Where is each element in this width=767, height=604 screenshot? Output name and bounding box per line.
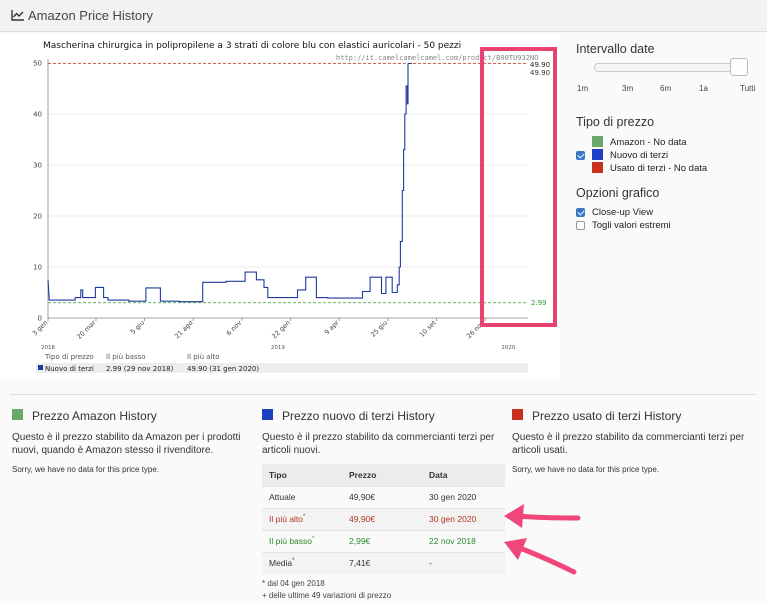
date-range-title: Intervallo date (576, 42, 655, 56)
summary-header-type: Tipo di prezzo (44, 353, 94, 361)
price-chart: Mascherina chirurgica in polipropilene a… (0, 34, 560, 379)
row-avg-type-cell: Media* (262, 551, 342, 574)
row-avg-price: 7,41€ (342, 551, 422, 574)
price-table-footnote-1: * dal 04 gen 2018 (262, 579, 325, 588)
summary-header-high: Il più alto (187, 353, 220, 361)
table-row: Attuale 49,90€ 30 gen 2020 (262, 485, 505, 508)
table-row: Il più basso* 2,99€ 22 nov 2018 (262, 529, 505, 552)
used-section-desc: Questo è il prezzo stabilito da commerci… (512, 432, 745, 456)
price-table-header: Tipo Prezzo Data (262, 464, 505, 486)
amazon-swatch (592, 136, 603, 147)
row-avg-date: - (422, 551, 505, 574)
chart-max-label: 49.90 (530, 61, 550, 69)
y-tick-label: 30 (33, 162, 42, 170)
new-section-desc: Questo è il prezzo stabilito da commerci… (262, 432, 495, 456)
row-current-price: 49,90€ (342, 485, 422, 508)
arrow-high-head (504, 504, 524, 528)
page-title: Amazon Price History (28, 8, 153, 23)
new-swatch (592, 149, 603, 160)
row-low-type-cell: Il più basso* (262, 529, 342, 552)
remove-extremes-label: Togli valori estremi (592, 220, 671, 231)
row-current-date: 30 gen 2020 (422, 485, 505, 508)
price-type-used-label: Usato di terzi - No data (610, 163, 708, 174)
price-table-footnote-2: + delle ultime 49 variazioni di prezzo (262, 591, 392, 600)
date-range-slider-track[interactable] (594, 63, 748, 72)
summary-high-value: 49.90 (31 gen 2020) (187, 365, 259, 373)
row-high-price: 49,90€ (342, 507, 422, 530)
section-divider (10, 394, 757, 395)
used-swatch (592, 162, 603, 173)
range-option-6m[interactable]: 6m (660, 84, 671, 93)
price-table-col-type: Tipo (262, 464, 342, 486)
row-low-type: Il più basso (269, 536, 312, 546)
y-tick-label: 40 (33, 111, 42, 119)
used-section-nodata: Sorry, we have no data for this price ty… (512, 465, 660, 474)
amazon-section-nodata: Sorry, we have no data for this price ty… (12, 465, 160, 474)
chart-icon (11, 10, 24, 21)
row-high-type: Il più alto (269, 514, 304, 524)
summary-series-swatch (38, 365, 43, 370)
price-table: Tipo Prezzo Data Attuale 49,90€ 30 gen 2… (262, 464, 505, 574)
row-high-type-cell: Il più alto* (262, 507, 342, 530)
price-table-col-price: Prezzo (342, 464, 422, 486)
y-tick-label: 50 (33, 60, 42, 68)
price-type-new-checkbox[interactable] (576, 151, 585, 160)
x-year-label: 2020 (501, 345, 515, 351)
chart-options-title: Opzioni grafico (576, 186, 660, 200)
x-year-label: 2018 (41, 345, 55, 351)
price-table-col-date: Data (422, 464, 505, 486)
summary-header-low: Il più basso (106, 353, 146, 361)
arrow-high (515, 513, 581, 521)
range-option-3m[interactable]: 3m (622, 84, 633, 93)
annotation-arrows (504, 504, 581, 575)
range-option-tutti[interactable]: Tutti (740, 84, 755, 93)
summary-series-name: Nuovo di terzi (45, 365, 94, 373)
price-type-title: Tipo di prezzo (576, 115, 655, 129)
y-tick-label: 20 (33, 213, 42, 221)
close-up-label: Close-up View (592, 207, 654, 218)
close-up-checkbox[interactable] (576, 208, 585, 217)
row-low-date: 22 nov 2018 (422, 529, 505, 552)
used-section-swatch (512, 409, 523, 420)
summary-low-value: 2.99 (29 nov 2018) (106, 365, 174, 373)
row-current-type: Attuale (262, 485, 342, 508)
amazon-section-desc: Questo è il prezzo stabilito da Amazon p… (12, 432, 241, 456)
range-option-1m[interactable]: 1m (577, 84, 588, 93)
range-option-1a[interactable]: 1a (699, 84, 708, 93)
chart-title: Mascherina chirurgica in polipropilene a… (43, 41, 461, 51)
chart-url: http://it.camelcamelcamel.com/product/B0… (336, 54, 538, 62)
date-range-slider-handle[interactable] (730, 58, 748, 76)
new-section-title: Prezzo nuovo di terzi History (282, 409, 435, 423)
amazon-section-title: Prezzo Amazon History (32, 409, 157, 423)
amazon-section-swatch (12, 409, 23, 420)
remove-extremes-checkbox[interactable] (576, 221, 585, 230)
price-type-amazon-label: Amazon - No data (610, 137, 687, 148)
new-section-swatch (262, 409, 273, 420)
price-type-new-label: Nuovo di terzi (610, 150, 669, 161)
x-year-label: 2019 (271, 345, 285, 351)
chart-min-label: 2.99 (531, 299, 547, 307)
row-low-price: 2,99€ (342, 529, 422, 552)
table-row: Il più alto* 49,90€ 30 gen 2020 (262, 507, 505, 530)
header-bar: Amazon Price History (0, 0, 767, 32)
chart-max-label-secondary: 49.90 (530, 69, 550, 77)
row-avg-type: Media (269, 558, 293, 569)
used-section-title: Prezzo usato di terzi History (532, 409, 682, 423)
table-row: Media* 7,41€ - (262, 551, 505, 574)
row-high-date: 30 gen 2020 (422, 507, 505, 530)
arrow-low (517, 545, 577, 575)
y-tick-label: 10 (33, 264, 42, 272)
